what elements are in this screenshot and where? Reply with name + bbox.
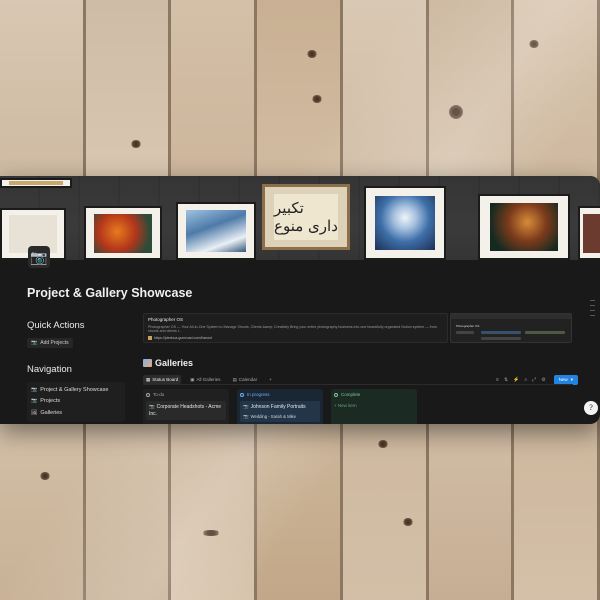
image-icon: 🖼	[31, 409, 38, 416]
bookmark-preview-image[interactable]: Photographer OS	[450, 313, 572, 343]
add-projects-button[interactable]: 📷 Add Projects	[27, 338, 73, 348]
card-title: Johnson Family Portraits	[250, 404, 306, 410]
status-board: To-do 📷 Corporate Headshots - Acme Inc. I…	[143, 389, 417, 424]
bookmark-url: https://jdechua.gumroad.com/l/aewd	[154, 336, 212, 340]
chevron-down-icon[interactable]: ▾	[571, 377, 573, 383]
card-subitem[interactable]: 📷 Wedding - Sarah & Mike	[243, 414, 317, 420]
picture-frame	[578, 206, 600, 260]
calendar-icon: ▤	[232, 376, 237, 382]
column-title: Complete	[341, 392, 361, 397]
settings-icon[interactable]: ⚙	[541, 377, 545, 383]
board-card[interactable]: 📷 Johnson Family Portraits 📷 Wedding - Sar…	[240, 401, 320, 423]
picture-frame	[478, 194, 570, 260]
tab-all-galleries[interactable]: ▣ All Galleries	[187, 375, 223, 384]
navigation-heading: Navigation	[27, 364, 72, 375]
quick-actions-heading: Quick Actions	[27, 320, 85, 331]
column-header: In progress	[240, 392, 320, 397]
camera-icon: 📷	[243, 413, 249, 419]
tab-calendar[interactable]: ▤ Calendar	[230, 375, 261, 384]
left-column: Quick Actions 📷 Add Projects Navigation …	[27, 320, 132, 423]
add-view-button[interactable]: +	[266, 376, 275, 384]
camera-icon[interactable]: 📷	[28, 246, 50, 268]
tab-label: Calendar	[238, 377, 258, 382]
navigation-list: 📷 Project & Gallery Showcase 📷 Projects …	[27, 382, 125, 423]
expand-icon[interactable]: ⤢	[532, 377, 536, 383]
status-dot-icon	[240, 392, 244, 397]
bookmark-title: Photographer OS	[148, 317, 184, 322]
search-icon[interactable]: ⌕	[524, 377, 527, 383]
tab-status-board[interactable]: ▦ Status Board	[143, 375, 182, 384]
column-header: Complete	[334, 392, 414, 397]
camera-icon: 📷	[31, 398, 38, 405]
nav-item-label: Galleries	[40, 409, 63, 416]
new-item-button[interactable]: + New item	[334, 403, 414, 408]
filter-icon[interactable]: ≡	[496, 377, 499, 383]
card-title: Corporate Headshots - Acme Inc.	[149, 404, 222, 417]
column-title: To-do	[153, 392, 165, 397]
toolbar-divider	[143, 384, 573, 385]
calligraphy-text: تکبیر داری منوع	[274, 193, 338, 241]
calligraphy-frame: تکبیر داری منوع	[262, 184, 350, 250]
image-icon	[143, 359, 152, 367]
app-window: تکبیر داری منوع 📷 Project & Gallery Show…	[0, 176, 600, 424]
new-button-label: New	[558, 377, 568, 382]
camera-icon: 📷	[243, 404, 249, 409]
picture-frame	[84, 206, 162, 260]
nav-item-label: Projects	[40, 398, 61, 405]
nav-item-label: Project & Gallery Showcase	[40, 387, 109, 393]
board-icon: ▦	[146, 376, 151, 382]
board-column-todo: To-do 📷 Corporate Headshots - Acme Inc.	[143, 389, 229, 424]
nav-item-showcase[interactable]: 📷 Project & Gallery Showcase	[31, 385, 121, 396]
scroll-indicator[interactable]	[590, 300, 595, 320]
preview-title: Photographer OS	[456, 324, 480, 328]
tab-label: All Galleries	[196, 377, 221, 382]
cover-image[interactable]: تکبیر داری منوع	[0, 176, 600, 260]
nav-item-galleries[interactable]: 🖼 Galleries	[31, 408, 121, 419]
automation-icon[interactable]: ⚡	[513, 377, 519, 383]
add-projects-label: Add Projects	[40, 340, 69, 346]
status-dot-icon	[334, 392, 338, 397]
bookmark-description: Photographer OS — Your All-in-One System…	[148, 325, 437, 333]
picture-frame	[176, 202, 256, 260]
help-button[interactable]: ?	[584, 401, 598, 415]
tab-label: Status Board	[152, 377, 179, 382]
nav-item-projects[interactable]: 📷 Projects	[31, 396, 121, 407]
board-column-in-progress: In progress 📷 Johnson Family Portraits 📷 W…	[237, 389, 323, 424]
bookmark-card[interactable]: Photographer OS Photographer OS — Your A…	[143, 313, 448, 343]
board-card[interactable]: 📷 Corporate Headshots - Acme Inc.	[146, 401, 226, 420]
column-header: To-do	[146, 392, 226, 397]
galleries-title: Galleries	[155, 358, 194, 368]
galleries-heading: Galleries	[143, 358, 193, 368]
board-column-complete: Complete + New item	[331, 389, 417, 424]
picture-frame	[364, 186, 446, 260]
card-subitem-label: Wedding - Sarah & Mike	[250, 413, 296, 419]
picture-frame	[0, 178, 72, 188]
camera-icon: 📷	[31, 387, 38, 393]
view-tabs: ▦ Status Board ▣ All Galleries ▤ Calenda…	[143, 375, 275, 384]
bookmark-link[interactable]: https://jdechua.gumroad.com/l/aewd	[148, 336, 443, 340]
page-title: Project & Gallery Showcase	[27, 286, 193, 300]
camera-icon: 📷	[149, 404, 155, 409]
camera-icon: 📷	[31, 340, 38, 346]
favicon-icon	[148, 336, 152, 340]
sort-icon[interactable]: ⇅	[504, 377, 508, 383]
column-title: In progress	[247, 392, 270, 397]
status-dot-icon	[146, 392, 150, 397]
gallery-icon: ▣	[190, 376, 195, 382]
